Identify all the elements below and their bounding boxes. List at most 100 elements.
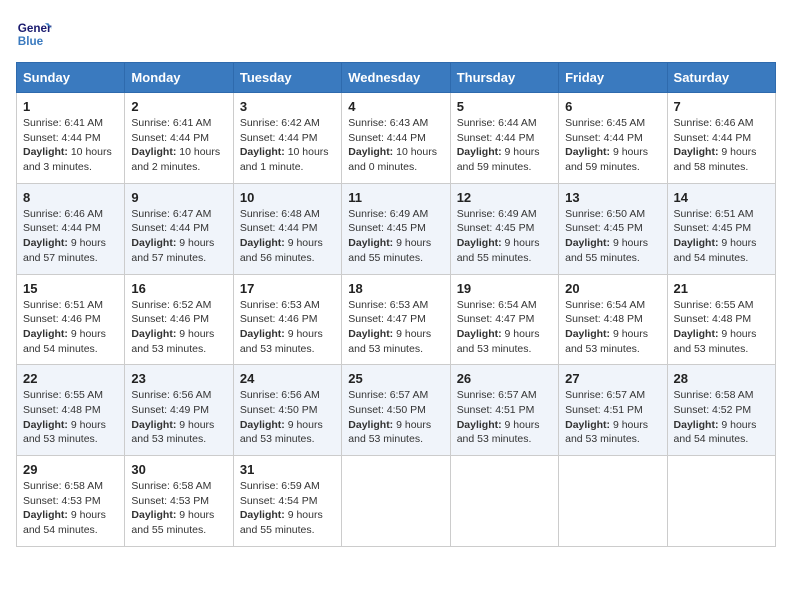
day-number: 27 [565,371,660,386]
day-number: 10 [240,190,335,205]
day-info: Sunrise: 6:48 AMSunset: 4:44 PMDaylight:… [240,207,335,266]
day-info: Sunrise: 6:58 AMSunset: 4:52 PMDaylight:… [674,388,769,447]
logo: General Blue [16,16,56,52]
day-cell-4: 4 Sunrise: 6:43 AMSunset: 4:44 PMDaylight… [342,93,450,184]
weekday-header-saturday: Saturday [667,63,775,93]
day-cell-17: 17 Sunrise: 6:53 AMSunset: 4:46 PMDayligh… [233,274,341,365]
day-number: 16 [131,281,226,296]
day-info: Sunrise: 6:57 AMSunset: 4:50 PMDaylight:… [348,388,443,447]
day-info: Sunrise: 6:53 AMSunset: 4:47 PMDaylight:… [348,298,443,357]
day-info: Sunrise: 6:59 AMSunset: 4:54 PMDaylight:… [240,479,335,538]
day-number: 19 [457,281,552,296]
day-cell-10: 10 Sunrise: 6:48 AMSunset: 4:44 PMDayligh… [233,183,341,274]
day-info: Sunrise: 6:41 AMSunset: 4:44 PMDaylight:… [23,116,118,175]
day-cell-13: 13 Sunrise: 6:50 AMSunset: 4:45 PMDayligh… [559,183,667,274]
day-cell-11: 11 Sunrise: 6:49 AMSunset: 4:45 PMDayligh… [342,183,450,274]
day-number: 28 [674,371,769,386]
day-number: 24 [240,371,335,386]
day-cell-24: 24 Sunrise: 6:56 AMSunset: 4:50 PMDayligh… [233,365,341,456]
day-info: Sunrise: 6:55 AMSunset: 4:48 PMDaylight:… [674,298,769,357]
logo-icon: General Blue [16,16,52,52]
day-number: 29 [23,462,118,477]
weekday-header-tuesday: Tuesday [233,63,341,93]
weekday-header-thursday: Thursday [450,63,558,93]
weekday-header-wednesday: Wednesday [342,63,450,93]
day-cell-5: 5 Sunrise: 6:44 AMSunset: 4:44 PMDaylight… [450,93,558,184]
day-number: 8 [23,190,118,205]
weekday-header-friday: Friday [559,63,667,93]
day-info: Sunrise: 6:51 AMSunset: 4:45 PMDaylight:… [674,207,769,266]
day-info: Sunrise: 6:56 AMSunset: 4:50 PMDaylight:… [240,388,335,447]
day-info: Sunrise: 6:50 AMSunset: 4:45 PMDaylight:… [565,207,660,266]
day-info: Sunrise: 6:45 AMSunset: 4:44 PMDaylight:… [565,116,660,175]
day-cell-12: 12 Sunrise: 6:49 AMSunset: 4:45 PMDayligh… [450,183,558,274]
day-number: 6 [565,99,660,114]
day-info: Sunrise: 6:56 AMSunset: 4:49 PMDaylight:… [131,388,226,447]
day-cell-23: 23 Sunrise: 6:56 AMSunset: 4:49 PMDayligh… [125,365,233,456]
day-cell-14: 14Sunrise: 6:51 AMSunset: 4:45 PMDayligh… [667,183,775,274]
day-info: Sunrise: 6:46 AMSunset: 4:44 PMDaylight:… [674,116,769,175]
day-info: Sunrise: 6:44 AMSunset: 4:44 PMDaylight:… [457,116,552,175]
day-info: Sunrise: 6:53 AMSunset: 4:46 PMDaylight:… [240,298,335,357]
calendar-table: SundayMondayTuesdayWednesdayThursdayFrid… [16,62,776,547]
day-info: Sunrise: 6:46 AMSunset: 4:44 PMDaylight:… [23,207,118,266]
day-info: Sunrise: 6:57 AMSunset: 4:51 PMDaylight:… [457,388,552,447]
day-number: 30 [131,462,226,477]
day-number: 17 [240,281,335,296]
day-number: 12 [457,190,552,205]
day-info: Sunrise: 6:52 AMSunset: 4:46 PMDaylight:… [131,298,226,357]
day-number: 7 [674,99,769,114]
empty-cell [667,456,775,547]
day-number: 18 [348,281,443,296]
day-number: 23 [131,371,226,386]
day-cell-21: 21 Sunrise: 6:55 AMSunset: 4:48 PMDayligh… [667,274,775,365]
empty-cell [559,456,667,547]
day-info: Sunrise: 6:41 AMSunset: 4:44 PMDaylight:… [131,116,226,175]
day-info: Sunrise: 6:42 AMSunset: 4:44 PMDaylight:… [240,116,335,175]
day-number: 4 [348,99,443,114]
day-cell-2: 2 Sunrise: 6:41 AMSunset: 4:44 PMDaylight… [125,93,233,184]
day-info: Sunrise: 6:58 AMSunset: 4:53 PMDaylight:… [23,479,118,538]
page-header: General Blue [16,16,776,52]
empty-cell [342,456,450,547]
day-info: Sunrise: 6:54 AMSunset: 4:48 PMDaylight:… [565,298,660,357]
day-info: Sunrise: 6:54 AMSunset: 4:47 PMDaylight:… [457,298,552,357]
day-cell-6: 6 Sunrise: 6:45 AMSunset: 4:44 PMDaylight… [559,93,667,184]
day-number: 2 [131,99,226,114]
day-cell-16: 16 Sunrise: 6:52 AMSunset: 4:46 PMDayligh… [125,274,233,365]
day-cell-19: 19 Sunrise: 6:54 AMSunset: 4:47 PMDayligh… [450,274,558,365]
day-number: 5 [457,99,552,114]
day-info: Sunrise: 6:57 AMSunset: 4:51 PMDaylight:… [565,388,660,447]
day-cell-9: 9 Sunrise: 6:47 AMSunset: 4:44 PMDaylight… [125,183,233,274]
day-cell-29: 29 Sunrise: 6:58 AMSunset: 4:53 PMDayligh… [17,456,125,547]
day-cell-7: 7 Sunrise: 6:46 AMSunset: 4:44 PMDaylight… [667,93,775,184]
day-cell-20: 20 Sunrise: 6:54 AMSunset: 4:48 PMDayligh… [559,274,667,365]
day-info: Sunrise: 6:43 AMSunset: 4:44 PMDaylight:… [348,116,443,175]
day-number: 31 [240,462,335,477]
day-number: 26 [457,371,552,386]
day-cell-1: 1 Sunrise: 6:41 AMSunset: 4:44 PMDaylight… [17,93,125,184]
day-number: 9 [131,190,226,205]
day-cell-26: 26 Sunrise: 6:57 AMSunset: 4:51 PMDayligh… [450,365,558,456]
weekday-header-sunday: Sunday [17,63,125,93]
day-number: 20 [565,281,660,296]
day-info: Sunrise: 6:47 AMSunset: 4:44 PMDaylight:… [131,207,226,266]
day-cell-8: 8 Sunrise: 6:46 AMSunset: 4:44 PMDaylight… [17,183,125,274]
day-cell-25: 25Sunrise: 6:57 AMSunset: 4:50 PMDayligh… [342,365,450,456]
day-number: 11 [348,190,443,205]
day-number: 3 [240,99,335,114]
day-number: 15 [23,281,118,296]
day-cell-18: 18 Sunrise: 6:53 AMSunset: 4:47 PMDayligh… [342,274,450,365]
day-info: Sunrise: 6:49 AMSunset: 4:45 PMDaylight:… [457,207,552,266]
day-cell-3: 3 Sunrise: 6:42 AMSunset: 4:44 PMDaylight… [233,93,341,184]
day-number: 1 [23,99,118,114]
day-info: Sunrise: 6:49 AMSunset: 4:45 PMDaylight:… [348,207,443,266]
day-cell-22: 22Sunrise: 6:55 AMSunset: 4:48 PMDayligh… [17,365,125,456]
day-cell-31: 31 Sunrise: 6:59 AMSunset: 4:54 PMDayligh… [233,456,341,547]
svg-text:Blue: Blue [18,35,44,48]
day-cell-28: 28 Sunrise: 6:58 AMSunset: 4:52 PMDayligh… [667,365,775,456]
day-cell-15: 15Sunrise: 6:51 AMSunset: 4:46 PMDayligh… [17,274,125,365]
day-number: 13 [565,190,660,205]
day-cell-30: 30Sunrise: 6:58 AMSunset: 4:53 PMDayligh… [125,456,233,547]
day-number: 21 [674,281,769,296]
